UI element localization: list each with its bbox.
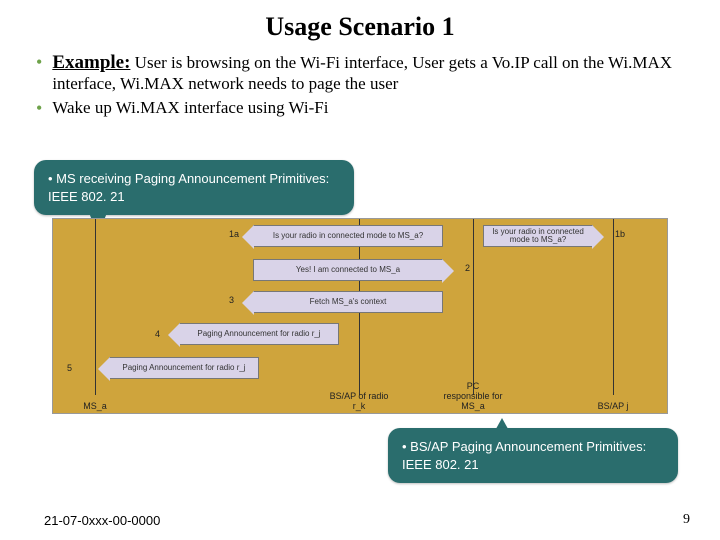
arrow: Fetch MS_a's context [253,291,443,313]
step-num: 4 [155,329,160,339]
bullet-list: • Example: User is browsing on the Wi-Fi… [0,42,720,118]
bullet-text: Example: User is browsing on the Wi-Fi i… [52,52,692,94]
arrow: Paging Announcement for radio r_j [109,357,259,379]
step-num: 1a [229,229,239,239]
step-num: 2 [465,263,470,273]
example-label: Example: [52,52,130,73]
bullet-marker: • [36,52,52,94]
node-label: PC responsible for MS_a [443,381,503,411]
step-num: 5 [67,363,72,373]
bullet-example: • Example: User is browsing on the Wi-Fi… [36,52,692,94]
footer-pagenum: 9 [683,512,690,528]
node-label: BS/AP j [583,401,643,411]
callout-bsap: • BS/AP Paging Announcement Primitives: … [388,428,678,483]
lifeline [613,219,614,395]
node-label: BS/AP of radio r_k [329,391,389,411]
bullet-text: Wake up Wi.MAX interface using Wi-Fi [52,98,692,118]
step-num: 1b [615,229,625,239]
step-num: 3 [229,295,234,305]
lifeline [95,219,96,395]
example-body: User is browsing on the Wi-Fi interface,… [52,53,672,93]
arrow: Yes! I am connected to MS_a [253,259,443,281]
callout-ms: • MS receiving Paging Announcement Primi… [34,160,354,215]
node-label: MS_a [65,401,125,411]
arrow: Is your radio in connected mode to MS_a? [253,225,443,247]
sequence-diagram: MS_a BS/AP of radio r_k PC responsible f… [52,218,668,414]
arrow: Is your radio in connected mode to MS_a? [483,225,593,247]
slide: Usage Scenario 1 • Example: User is brow… [0,0,720,540]
lifeline [473,219,474,395]
slide-title: Usage Scenario 1 [0,0,720,42]
footer-docnum: 21-07-0xxx-00-0000 [44,513,160,528]
bullet-marker: • [36,98,52,118]
arrow: Paging Announcement for radio r_j [179,323,339,345]
bullet-wake: • Wake up Wi.MAX interface using Wi-Fi [36,98,692,118]
